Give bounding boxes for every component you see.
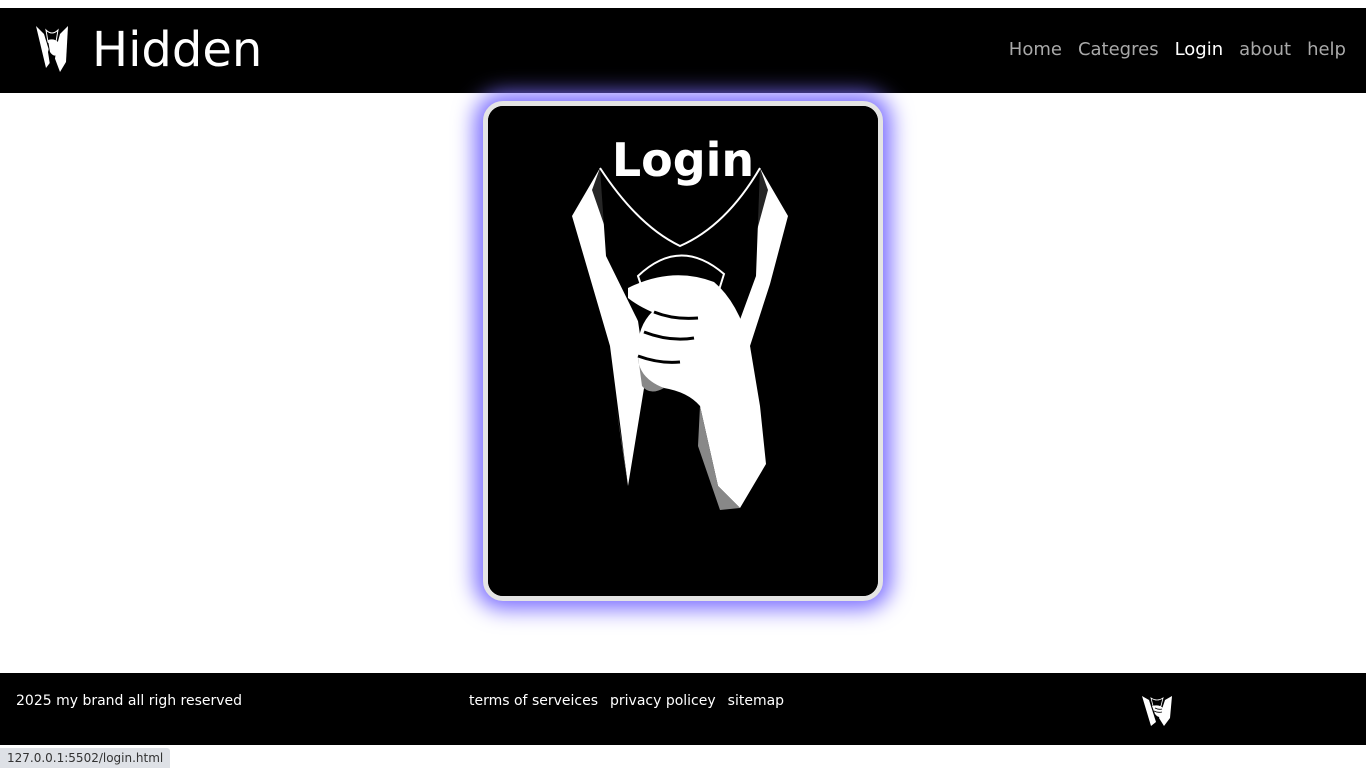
nav-home[interactable]: Home xyxy=(1009,38,1062,62)
navbar: Hidden Home Categres Login about help xyxy=(0,8,1366,93)
footer-link-privacy[interactable]: privacy policey xyxy=(610,691,716,711)
status-bar-url: 127.0.0.1:5502/login.html xyxy=(0,748,171,768)
nav-about[interactable]: about xyxy=(1239,38,1291,62)
suit-tie-icon xyxy=(1142,696,1172,726)
footer-link-terms[interactable]: terms of serveices xyxy=(469,691,598,711)
copyright-text: 2025 my brand all righ reserved xyxy=(16,693,243,709)
top-strip xyxy=(0,0,1366,8)
nav-help[interactable]: help xyxy=(1307,38,1346,62)
nav-categories[interactable]: Categres xyxy=(1078,38,1159,62)
footer-link-sitemap[interactable]: sitemap xyxy=(728,691,784,711)
login-title[interactable]: Login xyxy=(488,130,878,190)
footer: 2025 my brand all righ reserved terms of… xyxy=(0,673,1366,745)
brand-link[interactable]: Hidden xyxy=(32,21,262,79)
nav-login[interactable]: Login xyxy=(1175,38,1224,62)
footer-links: terms of serveices privacy policey sitem… xyxy=(469,691,784,711)
login-card[interactable]: Login xyxy=(483,101,883,601)
brand-name: Hidden xyxy=(92,22,263,78)
nav-links: Home Categres Login about help xyxy=(1009,38,1346,62)
suit-tie-icon xyxy=(36,26,68,78)
